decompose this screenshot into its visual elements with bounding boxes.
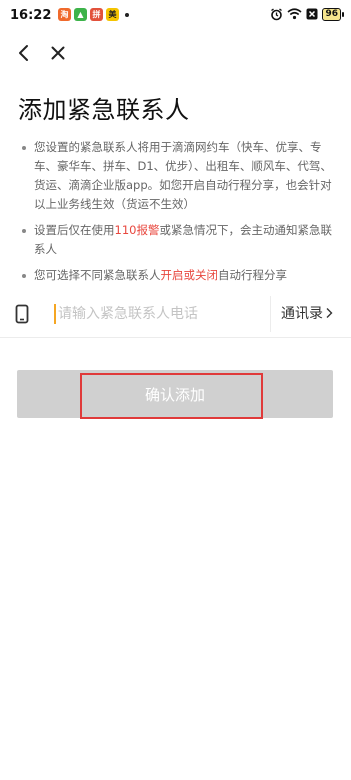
confirm-add-label: 确认添加 xyxy=(144,385,205,404)
page-title: 添加紧急联系人 xyxy=(18,96,190,124)
nav-bar xyxy=(0,40,351,68)
notes-list: 您设置的紧急联系人将用于滴滴网约车（快车、优享、专车、豪华车、拼车、D1、优步）… xyxy=(22,138,336,292)
status-right: 96 xyxy=(270,7,344,21)
notification-icons: 淘 ▲ 拼 美 xyxy=(58,8,129,21)
note-notification-text-before: 设置后仅在使用 xyxy=(34,223,115,237)
alarm-icon xyxy=(270,7,283,21)
status-time: 16:22 xyxy=(10,8,52,23)
note-trip-sharing-text-before: 您可选择不同紧急联系人 xyxy=(34,268,161,282)
toggle-highlight: 开启或关闭 xyxy=(160,268,219,282)
text-cursor xyxy=(54,304,56,324)
phone-input-row: 通讯录 xyxy=(0,290,351,338)
input-divider xyxy=(270,296,271,332)
chevron-left-icon xyxy=(19,45,28,61)
app-icon-orange: 淘 xyxy=(58,8,71,21)
note-notification: 设置后仅在使用110报警或紧急情况下，会主动通知紧急联系人 xyxy=(22,221,336,259)
app-icon-yellow: 美 xyxy=(106,8,119,21)
close-button[interactable] xyxy=(45,40,71,66)
police-110-highlight: 110报警 xyxy=(114,223,160,237)
app-icon-red: 拼 xyxy=(90,8,103,21)
phone-number-input[interactable] xyxy=(58,302,258,326)
wifi-icon xyxy=(287,7,302,21)
back-button[interactable] xyxy=(11,40,37,66)
app-icon-green: ▲ xyxy=(74,8,87,21)
contacts-button[interactable]: 通讯录 xyxy=(281,303,333,323)
confirm-add-button[interactable]: 确认添加 xyxy=(17,370,333,418)
more-notifications-dot-icon xyxy=(125,12,129,17)
contacts-label: 通讯录 xyxy=(281,306,323,322)
sim-off-icon xyxy=(306,7,318,21)
note-usage-scope: 您设置的紧急联系人将用于滴滴网约车（快车、优享、专车、豪华车、拼车、D1、优步）… xyxy=(22,138,336,214)
battery-icon: 96 xyxy=(322,7,344,21)
note-trip-sharing-text-after: 自动行程分享 xyxy=(218,268,287,282)
status-bar: 16:22 淘 ▲ 拼 美 96 xyxy=(0,0,351,30)
close-icon xyxy=(51,46,65,60)
phone-icon xyxy=(15,304,29,328)
chevron-right-icon xyxy=(326,308,333,318)
note-trip-sharing: 您可选择不同紧急联系人开启或关闭自动行程分享 xyxy=(22,266,336,285)
note-usage-scope-text: 您设置的紧急联系人将用于滴滴网约车（快车、优享、专车、豪华车、拼车、D1、优步）… xyxy=(34,140,332,211)
